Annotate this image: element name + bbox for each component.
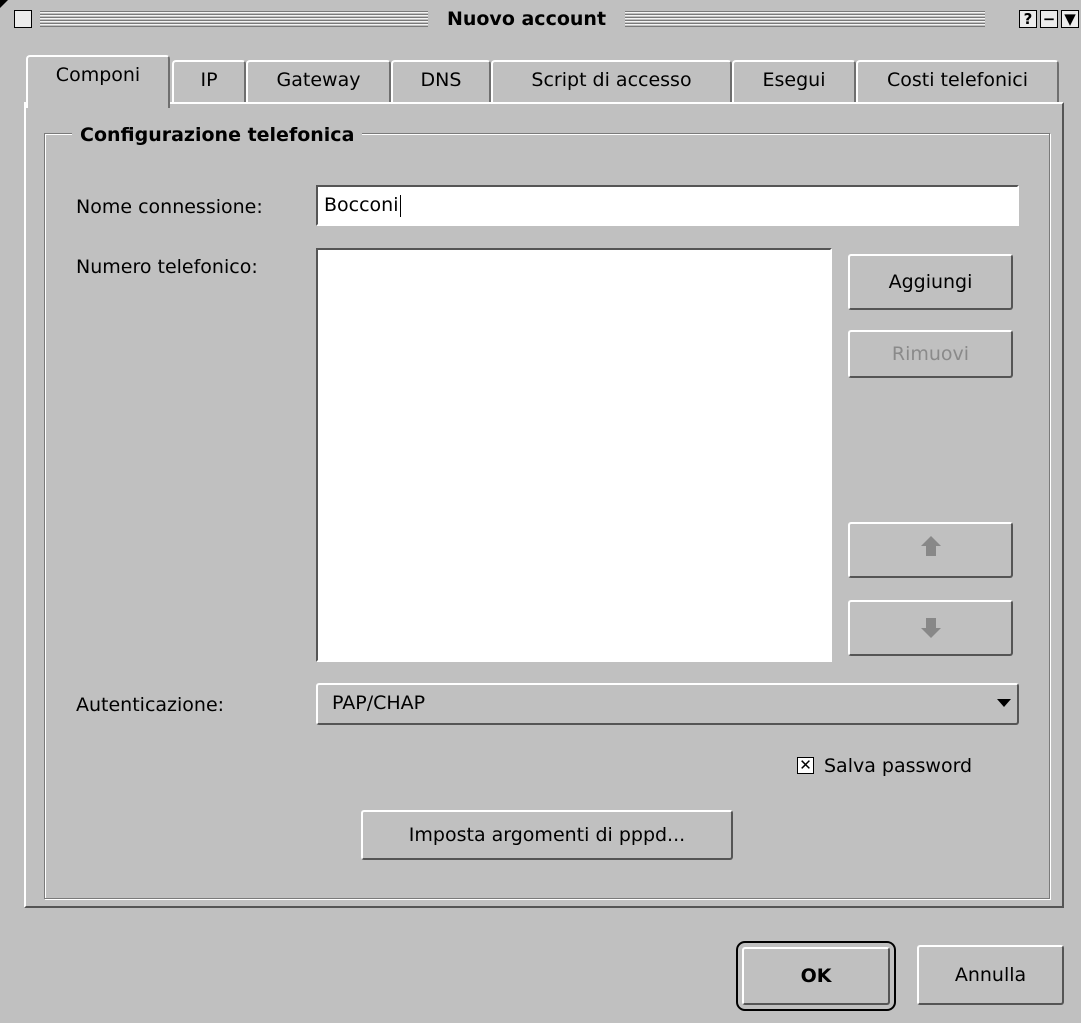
save-password-label[interactable]: Salva password bbox=[824, 755, 972, 777]
window-corner bbox=[0, 0, 8, 8]
move-down-button[interactable] bbox=[848, 600, 1013, 656]
arrow-down-icon bbox=[920, 628, 941, 638]
move-up-button[interactable] bbox=[848, 522, 1013, 578]
tab-esegui[interactable]: Esegui bbox=[732, 60, 856, 104]
group-title: Configurazione telefonica bbox=[72, 124, 363, 146]
save-password-checkbox[interactable]: ✕ bbox=[797, 757, 814, 774]
pppd-arguments-button[interactable]: Imposta argomenti di pppd... bbox=[361, 810, 733, 860]
remove-button[interactable]: Rimuovi bbox=[848, 330, 1013, 378]
tab-ip[interactable]: IP bbox=[172, 60, 246, 104]
window-close-box-icon[interactable] bbox=[14, 10, 32, 28]
authentication-select[interactable]: PAP/CHAP bbox=[316, 683, 1019, 725]
help-icon[interactable]: ? bbox=[1019, 10, 1037, 28]
window-title: Nuovo account bbox=[430, 8, 623, 30]
arrow-up-stem bbox=[925, 546, 936, 556]
text-caret bbox=[399, 194, 401, 217]
phone-number-list[interactable] bbox=[316, 248, 832, 662]
title-bar[interactable]: Nuovo account ? − ▼ bbox=[0, 0, 1081, 42]
authentication-value: PAP/CHAP bbox=[332, 692, 426, 714]
arrow-down-stem bbox=[925, 618, 936, 628]
tab-gateway[interactable]: Gateway bbox=[246, 60, 391, 104]
title-grooves-right bbox=[625, 11, 985, 27]
add-button[interactable]: Aggiungi bbox=[848, 254, 1013, 310]
connection-name-input[interactable]: Bocconi bbox=[316, 185, 1019, 226]
window-menu-icon[interactable]: ▼ bbox=[1061, 10, 1079, 28]
tab-script-di-accesso[interactable]: Script di accesso bbox=[491, 60, 732, 104]
connection-name-value: Bocconi bbox=[324, 194, 399, 216]
tab-dns[interactable]: DNS bbox=[391, 60, 491, 104]
chevron-down-icon bbox=[997, 699, 1011, 707]
authentication-label: Autenticazione: bbox=[76, 694, 225, 716]
connection-name-label: Nome connessione: bbox=[76, 196, 263, 218]
phone-number-label: Numero telefonico: bbox=[76, 256, 258, 278]
arrow-up-icon bbox=[920, 536, 941, 546]
ok-button[interactable]: OK bbox=[736, 941, 896, 1011]
title-grooves-left bbox=[40, 11, 428, 27]
tab-componi[interactable]: Componi bbox=[26, 55, 170, 108]
minimize-icon[interactable]: − bbox=[1040, 10, 1058, 28]
cancel-button[interactable]: Annulla bbox=[917, 945, 1064, 1005]
tab-costi-telefonici[interactable]: Costi telefonici bbox=[856, 60, 1059, 104]
